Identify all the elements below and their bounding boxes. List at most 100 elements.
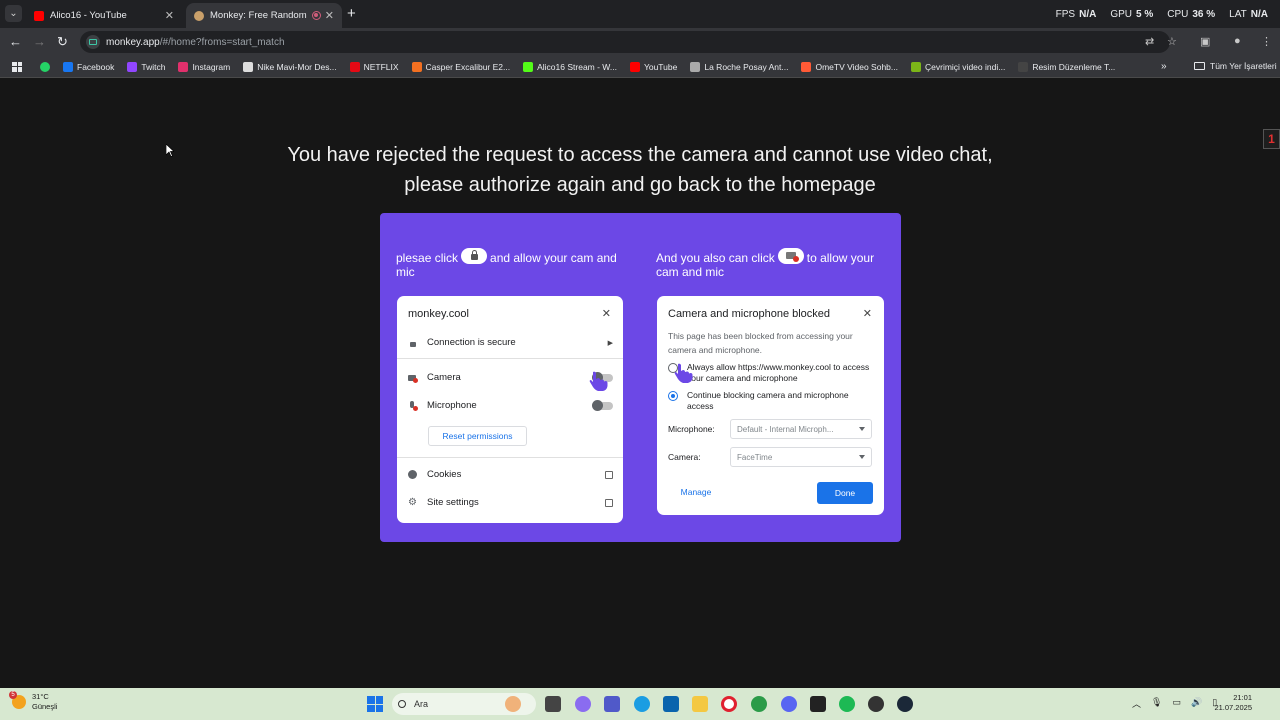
bookmark-label: La Roche Posay Ant...	[704, 61, 789, 72]
app-icon[interactable]	[868, 696, 884, 712]
discord-icon[interactable]	[781, 696, 797, 712]
chevron-up-icon[interactable]: ︿	[1132, 697, 1141, 710]
search-icon	[398, 700, 406, 708]
app-icon[interactable]	[810, 696, 826, 712]
bookmark-item[interactable]: La Roche Posay Ant...	[690, 61, 789, 72]
camera-icon	[408, 373, 418, 383]
tab-monkey[interactable]: Monkey: Free Random Vide ✕	[186, 3, 342, 28]
menu-icon[interactable]: ⋮	[1261, 35, 1272, 48]
tab-youtube[interactable]: Alico16 - YouTube ✕	[26, 3, 182, 28]
date: 21.07.2025	[1214, 703, 1252, 712]
browser-toolbar: ← → ↻ monkey.app/#/home?froms=start_matc…	[0, 28, 1280, 56]
weather-widget[interactable]: 5 31°C Güneşli	[9, 691, 57, 712]
all-bookmarks-label: Tüm Yer İşaretleri	[1210, 61, 1277, 71]
network-icon[interactable]: ▭	[1172, 697, 1181, 710]
cookies-label: Cookies	[427, 469, 462, 480]
time: 21:01	[1233, 693, 1252, 702]
bookmark-item[interactable]: Nike Mavi-Mor Des...	[243, 61, 337, 72]
back-button[interactable]: ←	[9, 34, 22, 49]
start-button[interactable]	[367, 696, 383, 712]
microphone-select-value: Default - Internal Microph...	[737, 424, 834, 434]
bookmark-item[interactable]: Instagram	[178, 61, 230, 72]
close-icon: ✕	[862, 308, 872, 320]
volume-icon[interactable]: 🔊	[1191, 697, 1202, 710]
site-info-card: monkey.cool ✕ Connection is secure ▶ Cam…	[397, 296, 623, 523]
apps-icon[interactable]	[12, 61, 22, 72]
camera-select: FaceTime	[730, 447, 872, 467]
bookmark-item[interactable]: Twitch	[127, 61, 165, 72]
bookmark-item[interactable]: Resim Düzenleme T...	[1018, 61, 1115, 72]
opera-icon[interactable]	[721, 696, 737, 712]
extensions-icon[interactable]: ▣	[1200, 35, 1210, 48]
camera-select-row: Camera: FaceTime	[668, 447, 873, 467]
camera-row: Camera	[408, 371, 613, 383]
microphone-label: Microphone	[427, 400, 477, 411]
file-explorer-icon[interactable]	[692, 696, 708, 712]
forward-button[interactable]: →	[33, 34, 46, 49]
performance-overlay: FPS N/A GPU 5 % CPU 36 % LAT N/A	[1056, 9, 1268, 20]
fps-label: FPS	[1055, 9, 1076, 20]
close-icon[interactable]: ✕	[165, 9, 174, 22]
bookmark-item[interactable]: Çevrimiçi video indi...	[911, 61, 1006, 72]
temperature: 31°C	[32, 692, 49, 701]
profile-avatar[interactable]: ●	[1234, 35, 1241, 47]
steam-icon[interactable]	[897, 696, 913, 712]
connection-label: Connection is secure	[427, 337, 516, 348]
page-content: 1 You have rejected the request to acces…	[0, 79, 1280, 688]
tab-strip: ⌄ Alico16 - YouTube ✕ Monkey: Free Rando…	[0, 0, 1280, 28]
microphone-toggle	[592, 399, 613, 411]
bookmark-label: NETFLIX	[363, 61, 399, 72]
chrome-icon[interactable]	[751, 696, 767, 712]
bookmark-item[interactable]: Alico16 Stream - W...	[523, 61, 617, 72]
bookmark-item[interactable]: YouTube	[629, 61, 677, 72]
youtube-icon	[34, 10, 44, 21]
bookmark-label: Çevrimiçi video indi...	[925, 61, 1006, 72]
taskbar: 5 31°C Güneşli Ara ︿ 🎙 ▭ 🔊 ▯ 21:01 21.07.2…	[0, 688, 1280, 720]
bookmark-item[interactable]: OmeTV Video Sohb...	[801, 61, 898, 72]
taskbar-search-label: Ara	[414, 699, 429, 709]
bookmark-star-icon[interactable]: ☆	[1167, 35, 1177, 48]
bookmark-item[interactable]: NETFLIX	[349, 61, 399, 72]
pointer-hand-icon	[674, 363, 693, 383]
address-bar[interactable]: monkey.app/#/home?froms=start_match	[80, 31, 1170, 53]
block-option: Continue blocking camera and microphone …	[668, 390, 873, 412]
left-instruction-start: plesae click	[396, 251, 459, 265]
bookmark-item[interactable]: Casper Excalibur E2...	[411, 61, 511, 72]
all-bookmarks[interactable]: Tüm Yer İşaretleri	[1194, 61, 1277, 71]
close-icon[interactable]: ✕	[325, 9, 334, 22]
gpu-label: GPU	[1110, 9, 1132, 20]
outlook-icon[interactable]	[663, 696, 679, 712]
new-tab-button[interactable]: +	[347, 5, 356, 22]
cpu-value: 36 %	[1192, 9, 1216, 20]
reset-permissions-button: Reset permissions	[428, 426, 527, 446]
side-badge[interactable]: 1	[1263, 129, 1280, 149]
microphone-icon[interactable]: 🎙	[1151, 697, 1162, 710]
dropdown-caret-icon	[859, 427, 865, 431]
reload-button[interactable]: ↻	[57, 34, 68, 50]
divider	[397, 358, 623, 359]
bookmark-label: Casper Excalibur E2...	[425, 61, 511, 72]
camera-blocked-icon	[777, 248, 804, 264]
lat-label: LAT	[1229, 9, 1247, 20]
blocked-dialog: Camera and microphone blocked ✕ This pag…	[657, 296, 884, 515]
task-view-icon[interactable]	[545, 696, 561, 712]
lat-value: N/A	[1250, 9, 1268, 20]
dropdown-caret-icon	[859, 455, 865, 459]
edge-icon[interactable]	[634, 696, 650, 712]
whatsapp-icon	[40, 61, 50, 72]
teams-icon[interactable]	[604, 696, 620, 712]
translate-icon[interactable]: ⇄	[1145, 35, 1154, 48]
widget-icon[interactable]	[505, 696, 521, 712]
bookmark-whatsapp[interactable]	[40, 61, 50, 72]
copilot-icon[interactable]	[575, 696, 591, 712]
connection-row: Connection is secure ▶	[408, 337, 613, 348]
microphone-select-label: Microphone:	[668, 424, 715, 434]
site-info-icon[interactable]	[86, 35, 100, 49]
spotify-icon[interactable]	[839, 696, 855, 712]
bookmark-item[interactable]: Facebook	[63, 61, 114, 72]
allow-option: Always allow https://www.monkey.cool to …	[668, 362, 873, 384]
bookmark-favicon-icon	[1018, 61, 1029, 72]
clock[interactable]: 21:01 21.07.2025	[1210, 693, 1252, 713]
more-bookmarks-icon[interactable]: »	[1161, 61, 1167, 72]
tab-search-button[interactable]: ⌄	[5, 5, 22, 22]
